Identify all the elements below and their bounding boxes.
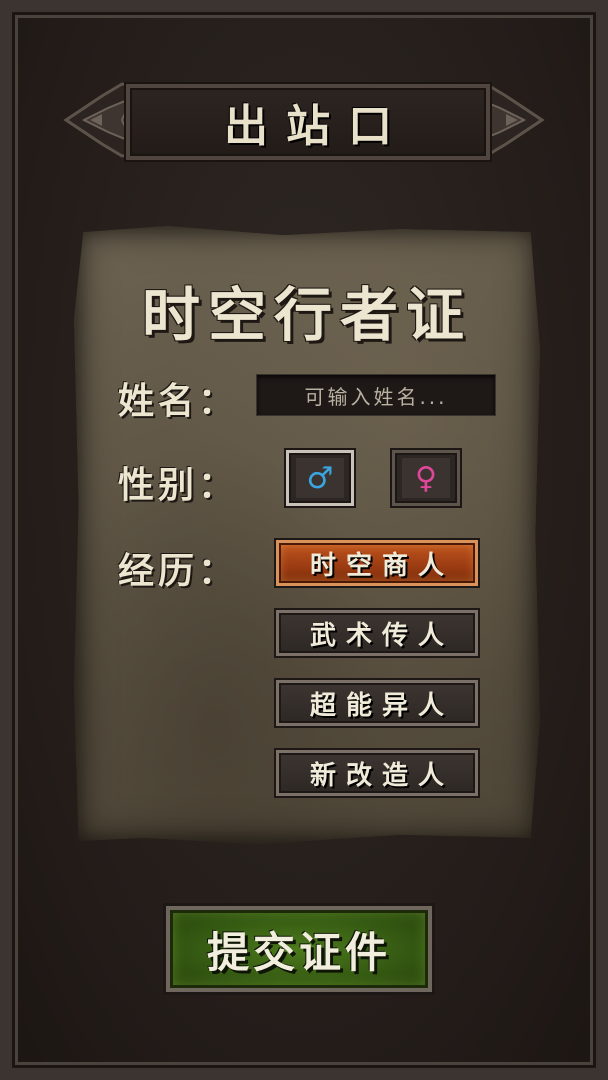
- experience-option-trader[interactable]: 时空商人: [276, 540, 478, 586]
- male-icon: ♂: [296, 458, 344, 498]
- gender-male-button[interactable]: ♂: [286, 450, 354, 506]
- gender-label: 性别：: [118, 465, 239, 506]
- experience-label: 经历：: [118, 551, 239, 592]
- experience-option-cyborg[interactable]: 新改造人: [276, 750, 478, 796]
- submit-button[interactable]: 提交证件: [166, 906, 432, 992]
- title-banner: 出站口: [62, 78, 546, 162]
- gender-female-button[interactable]: ♀: [392, 450, 460, 506]
- name-input[interactable]: 可输入姓名...: [256, 374, 496, 416]
- female-icon: ♀: [402, 458, 450, 498]
- title-plate: 出站口: [126, 84, 490, 160]
- card-title: 时空行者证: [141, 281, 472, 349]
- page-title: 出站口: [224, 101, 410, 152]
- name-label: 姓名：: [118, 381, 239, 422]
- experience-option-psychic[interactable]: 超能异人: [276, 680, 478, 726]
- name-placeholder: 可输入姓名...: [304, 384, 448, 409]
- experience-option-martial[interactable]: 武术传人: [276, 610, 478, 656]
